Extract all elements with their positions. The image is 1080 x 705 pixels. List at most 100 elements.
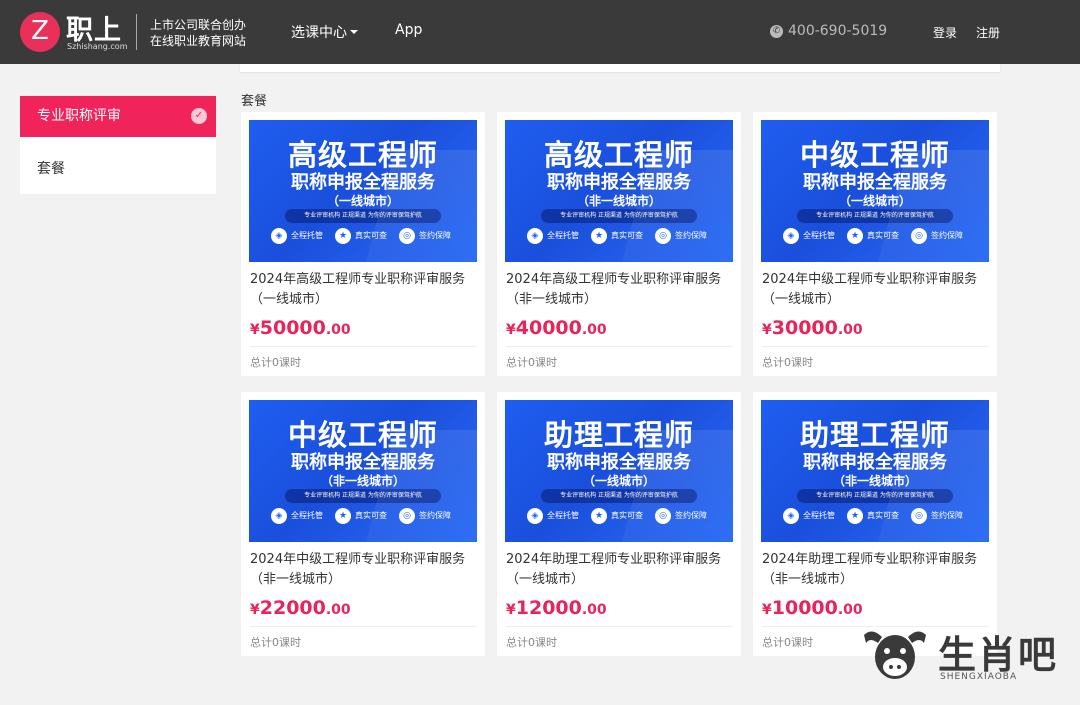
course-price: ¥50000.00 xyxy=(250,317,351,339)
badge-verifiable: ★ 真实可查 xyxy=(847,508,899,524)
seal-icon: ◎ xyxy=(911,228,927,244)
shield-icon: ◈ xyxy=(271,228,287,244)
banner-city: （非一线城市） xyxy=(832,474,917,488)
nav-course-center[interactable]: 选课中心 xyxy=(291,22,347,42)
course-card[interactable]: 中级工程师 职称申报全程服务 （非一线城市） 专业评审机构 正规渠道 为你的评审保驾护… xyxy=(241,392,485,656)
price-symbol: ¥ xyxy=(762,322,772,338)
chevron-down-icon[interactable] xyxy=(350,30,358,34)
price-decimal: .00 xyxy=(837,322,863,338)
phone-icon: ✆ xyxy=(770,25,783,38)
phone-number: 400-690-5019 xyxy=(788,23,888,39)
badge-managed: ◈ 全程托管 xyxy=(783,228,835,244)
banner-city: （一线城市） xyxy=(582,474,655,488)
course-card[interactable]: 高级工程师 职称申报全程服务 （非一线城市） 专业评审机构 正规渠道 为你的评审保驾护… xyxy=(497,112,741,376)
banner-tagline: 专业评审机构 正规渠道 为你的评审保驾护航 xyxy=(797,489,953,503)
course-price: ¥30000.00 xyxy=(762,317,863,339)
course-title[interactable]: 2024年高级工程师专业职称评审服务（一线城市） xyxy=(250,270,480,310)
star-icon: ★ xyxy=(847,508,863,524)
price-decimal: .00 xyxy=(837,602,863,618)
star-icon: ★ xyxy=(847,228,863,244)
badge-managed: ◈ 全程托管 xyxy=(527,228,579,244)
badge-verifiable: ★ 真实可查 xyxy=(335,508,387,524)
banner-subtitle: 职称申报全程服务 xyxy=(547,452,691,473)
course-title[interactable]: 2024年中级工程师专业职称评审服务（一线城市） xyxy=(762,270,992,310)
badge-contract: ◎ 签约保障 xyxy=(399,228,451,244)
course-hours: 总计0课时 xyxy=(506,636,557,649)
star-icon: ★ xyxy=(335,228,351,244)
course-title[interactable]: 2024年助理工程师专业职称评审服务（一线城市） xyxy=(506,550,736,590)
register-link[interactable]: 注册 xyxy=(976,24,1000,41)
seal-icon: ◎ xyxy=(655,508,671,524)
ox-logo-icon xyxy=(864,631,926,679)
price-integer: 30000 xyxy=(771,317,838,339)
banner-tagline: 专业评审机构 正规渠道 为你的评审保驾护航 xyxy=(797,209,953,223)
price-decimal: .00 xyxy=(325,602,351,618)
nav-app[interactable]: App xyxy=(395,22,422,38)
price-symbol: ¥ xyxy=(506,602,516,618)
course-title[interactable]: 2024年高级工程师专业职称评审服务（非一线城市） xyxy=(506,270,736,310)
badge-verifiable: ★ 真实可查 xyxy=(335,228,387,244)
price-integer: 50000 xyxy=(259,317,326,339)
top-header: Z 职上 Szhishang.com 上市公司联合创办 在线职业教育网站 选课中… xyxy=(0,0,1080,64)
banner-tagline: 专业评审机构 正规渠道 为你的评审保驾护航 xyxy=(541,489,697,503)
course-title[interactable]: 2024年助理工程师专业职称评审服务（非一线城市） xyxy=(762,550,992,590)
banner-subtitle: 职称申报全程服务 xyxy=(547,172,691,193)
star-icon: ★ xyxy=(591,228,607,244)
price-integer: 40000 xyxy=(515,317,582,339)
course-card[interactable]: 助理工程师 职称申报全程服务 （非一线城市） 专业评审机构 正规渠道 为你的评审保驾护… xyxy=(753,392,997,656)
login-link[interactable]: 登录 xyxy=(933,24,957,41)
course-title[interactable]: 2024年中级工程师专业职称评审服务（非一线城市） xyxy=(250,550,480,590)
banner-subtitle: 职称申报全程服务 xyxy=(803,452,947,473)
course-banner[interactable]: 高级工程师 职称申报全程服务 （非一线城市） 专业评审机构 正规渠道 为你的评审保驾护… xyxy=(505,120,733,262)
badge-managed: ◈ 全程托管 xyxy=(271,508,323,524)
star-icon: ★ xyxy=(335,508,351,524)
sidebar-item-package[interactable]: 套餐 xyxy=(37,158,65,178)
price-decimal: .00 xyxy=(581,322,607,338)
logo-mark[interactable]: Z xyxy=(20,12,60,52)
course-banner[interactable]: 高级工程师 职称申报全程服务 （一线城市） 专业评审机构 正规渠道 为你的评审保驾护航… xyxy=(249,120,477,262)
banner-tagline: 专业评审机构 正规渠道 为你的评审保驾护航 xyxy=(285,489,441,503)
course-price: ¥40000.00 xyxy=(506,317,607,339)
logo-divider xyxy=(136,14,137,50)
badge-verifiable: ★ 真实可查 xyxy=(591,508,643,524)
badge-managed: ◈ 全程托管 xyxy=(783,508,835,524)
banner-subtitle: 职称申报全程服务 xyxy=(291,172,435,193)
course-hours: 总计0课时 xyxy=(250,356,301,369)
course-hours: 总计0课时 xyxy=(506,356,557,369)
sidebar-item-title-review[interactable]: 专业职称评审 ✓ xyxy=(20,96,216,137)
card-divider xyxy=(250,346,476,347)
watermark-text: 生肖吧 xyxy=(938,633,1059,677)
price-symbol: ¥ xyxy=(250,322,260,338)
badge-verifiable: ★ 真实可查 xyxy=(591,228,643,244)
banner-tagline: 专业评审机构 正规渠道 为你的评审保驾护航 xyxy=(285,209,441,223)
watermark-sub: SHENGXIAOBA xyxy=(940,672,1018,682)
banner-city: （非一线城市） xyxy=(320,474,405,488)
course-hours: 总计0课时 xyxy=(250,636,301,649)
course-banner[interactable]: 助理工程师 职称申报全程服务 （一线城市） 专业评审机构 正规渠道 为你的评审保驾护航… xyxy=(505,400,733,542)
price-symbol: ¥ xyxy=(250,602,260,618)
shield-icon: ◈ xyxy=(783,228,799,244)
course-banner[interactable]: 中级工程师 职称申报全程服务 （一线城市） 专业评审机构 正规渠道 为你的评审保驾护航… xyxy=(761,120,989,262)
badge-managed: ◈ 全程托管 xyxy=(271,228,323,244)
price-symbol: ¥ xyxy=(506,322,516,338)
badge-contract: ◎ 签约保障 xyxy=(911,228,963,244)
course-banner[interactable]: 中级工程师 职称申报全程服务 （非一线城市） 专业评审机构 正规渠道 为你的评审保驾护… xyxy=(249,400,477,542)
seal-icon: ◎ xyxy=(399,508,415,524)
course-hours: 总计0课时 xyxy=(762,356,813,369)
badge-contract: ◎ 签约保障 xyxy=(399,508,451,524)
banner-city: （一线城市） xyxy=(326,194,399,208)
sidebar: 专业职称评审 ✓ 套餐 xyxy=(20,96,216,194)
badge-contract: ◎ 签约保障 xyxy=(911,508,963,524)
price-symbol: ¥ xyxy=(762,602,772,618)
course-banner[interactable]: 助理工程师 职称申报全程服务 （非一线城市） 专业评审机构 正规渠道 为你的评审保驾护… xyxy=(761,400,989,542)
seal-icon: ◎ xyxy=(911,508,927,524)
course-card[interactable]: 中级工程师 职称申报全程服务 （一线城市） 专业评审机构 正规渠道 为你的评审保驾护航… xyxy=(753,112,997,376)
shield-icon: ◈ xyxy=(527,508,543,524)
card-divider xyxy=(250,626,476,627)
banner-subtitle: 职称申报全程服务 xyxy=(803,172,947,193)
sidebar-item-label: 专业职称评审 xyxy=(37,108,121,124)
course-card[interactable]: 助理工程师 职称申报全程服务 （一线城市） 专业评审机构 正规渠道 为你的评审保驾护航… xyxy=(497,392,741,656)
price-integer: 12000 xyxy=(515,597,582,619)
course-card[interactable]: 高级工程师 职称申报全程服务 （一线城市） 专业评审机构 正规渠道 为你的评审保驾护航… xyxy=(241,112,485,376)
price-decimal: .00 xyxy=(325,322,351,338)
